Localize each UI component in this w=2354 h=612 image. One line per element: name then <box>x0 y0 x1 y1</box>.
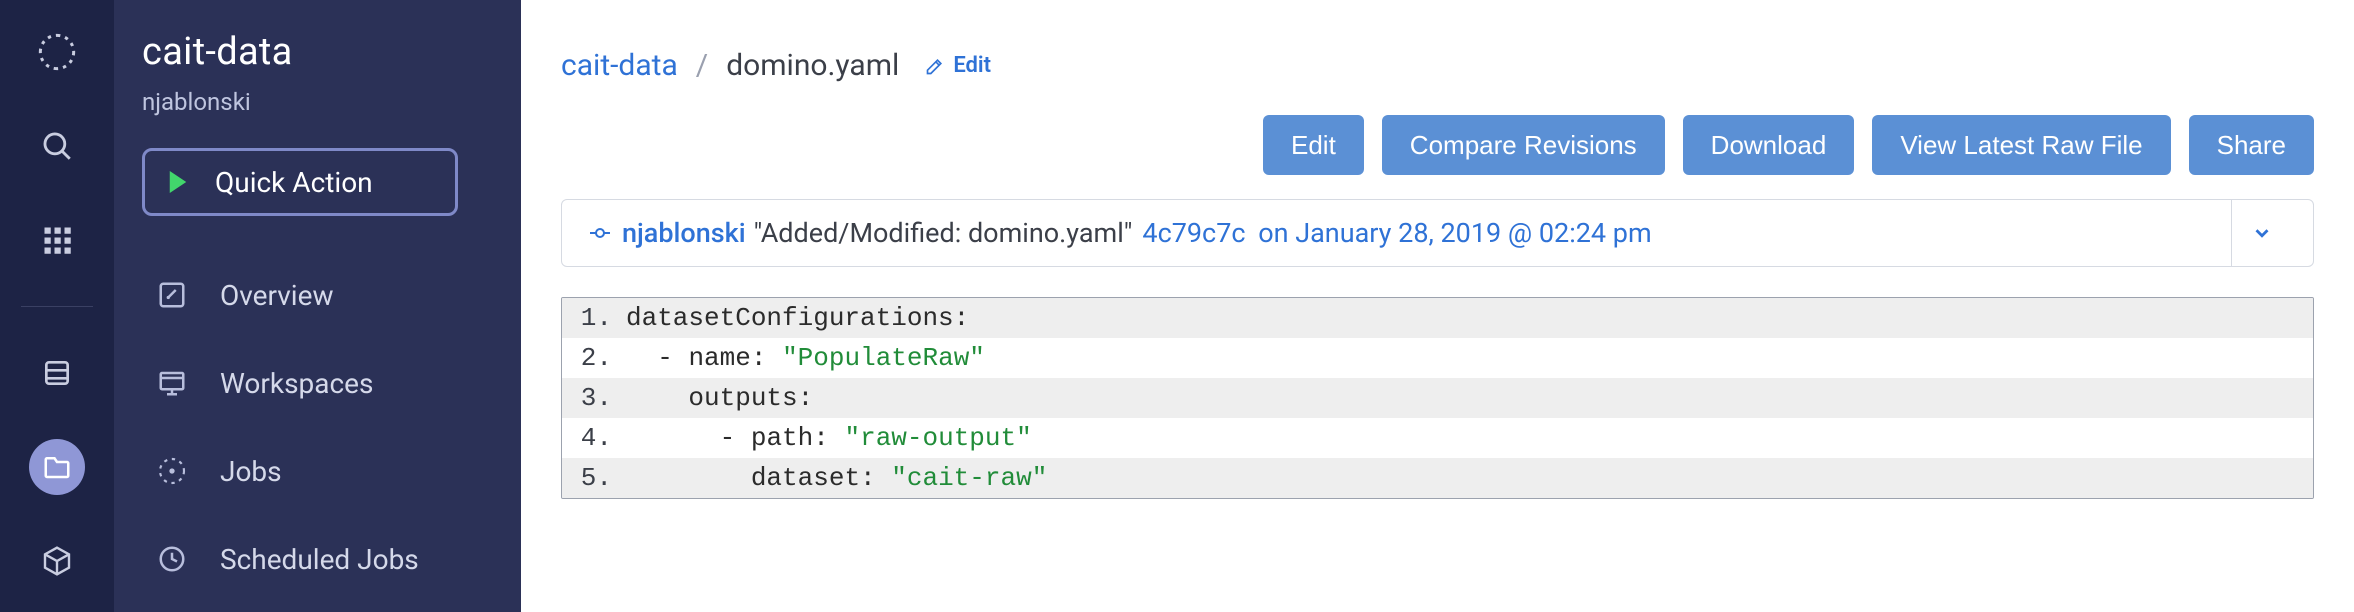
rail-search-icon[interactable] <box>29 118 85 174</box>
sidebar-item-jobs[interactable]: Jobs <box>142 432 493 510</box>
main-content: cait-data / domino.yaml Edit Edit Compar… <box>521 0 2354 612</box>
code-text: datasetConfigurations: <box>626 298 2313 338</box>
commit-bar: njablonski "Added/Modified: domino.yaml"… <box>561 199 2314 267</box>
commit-dropdown-toggle[interactable] <box>2231 200 2291 266</box>
action-bar: Edit Compare Revisions Download View Lat… <box>521 83 2314 199</box>
code-gutter: 1. <box>562 298 626 338</box>
code-gutter: 3. <box>562 378 626 418</box>
sidebar-item-label: Overview <box>220 279 334 312</box>
commit-icon <box>588 221 612 245</box>
code-gutter: 2. <box>562 338 626 378</box>
code-text: outputs: <box>626 378 2313 418</box>
edit-button[interactable]: Edit <box>1263 115 1364 175</box>
rail-cube-icon[interactable] <box>29 533 85 589</box>
breadcrumb-edit-label: Edit <box>953 53 991 78</box>
workspaces-icon <box>154 368 190 398</box>
scheduled-jobs-icon <box>154 544 190 574</box>
sidebar-item-scheduled-jobs[interactable]: Scheduled Jobs <box>142 520 493 598</box>
breadcrumb-project-link[interactable]: cait-data <box>561 48 678 83</box>
play-icon <box>169 171 187 193</box>
side-nav: Overview Workspaces Jobs Scheduled Jobs <box>142 256 493 598</box>
chevron-down-icon <box>2251 222 2273 244</box>
rail-apps-icon[interactable] <box>29 212 85 268</box>
compare-revisions-button[interactable]: Compare Revisions <box>1382 115 1665 175</box>
code-text: - name: "PopulateRaw" <box>626 338 2313 378</box>
overview-icon <box>154 280 190 310</box>
code-gutter: 4. <box>562 418 626 458</box>
commit-author-link[interactable]: njablonski <box>622 217 746 249</box>
rail-database-icon[interactable] <box>29 345 85 401</box>
breadcrumb-edit-link[interactable]: Edit <box>925 53 991 78</box>
share-button[interactable]: Share <box>2189 115 2314 175</box>
project-sidebar: cait-data njablonski Quick Action Overvi… <box>114 0 521 612</box>
breadcrumb-file: domino.yaml <box>726 48 899 83</box>
rail-files-icon[interactable] <box>29 439 85 495</box>
code-line: 4. - path: "raw-output" <box>562 418 2313 458</box>
quick-action-label: Quick Action <box>215 166 373 199</box>
code-line: 1. datasetConfigurations: <box>562 298 2313 338</box>
jobs-icon <box>154 455 190 487</box>
code-gutter: 5. <box>562 458 626 498</box>
sidebar-item-label: Workspaces <box>220 367 373 400</box>
breadcrumb-separator: / <box>696 48 708 83</box>
sidebar-item-workspaces[interactable]: Workspaces <box>142 344 493 422</box>
breadcrumb: cait-data / domino.yaml Edit <box>521 48 2314 83</box>
project-owner: njablonski <box>142 88 493 116</box>
code-block: 1. datasetConfigurations: 2. - name: "Po… <box>561 297 2314 499</box>
commit-hash-link[interactable]: 4c79c7c on January 28, 2019 @ 02:24 pm <box>1142 217 1651 249</box>
sidebar-item-overview[interactable]: Overview <box>142 256 493 334</box>
commit-message: "Added/Modified: domino.yaml" <box>754 217 1133 249</box>
pencil-icon <box>925 56 945 76</box>
view-latest-raw-button[interactable]: View Latest Raw File <box>1872 115 2170 175</box>
rail-logo-icon[interactable] <box>29 24 85 80</box>
sidebar-item-label: Jobs <box>220 455 282 488</box>
project-title: cait-data <box>142 30 493 74</box>
code-text: dataset: "cait-raw" <box>626 458 2313 498</box>
code-line: 3. outputs: <box>562 378 2313 418</box>
rail-divider <box>21 306 93 307</box>
download-button[interactable]: Download <box>1683 115 1855 175</box>
icon-rail <box>0 0 114 612</box>
code-line: 5. dataset: "cait-raw" <box>562 458 2313 498</box>
sidebar-item-label: Scheduled Jobs <box>220 543 419 576</box>
code-text: - path: "raw-output" <box>626 418 2313 458</box>
quick-action-button[interactable]: Quick Action <box>142 148 458 216</box>
code-line: 2. - name: "PopulateRaw" <box>562 338 2313 378</box>
